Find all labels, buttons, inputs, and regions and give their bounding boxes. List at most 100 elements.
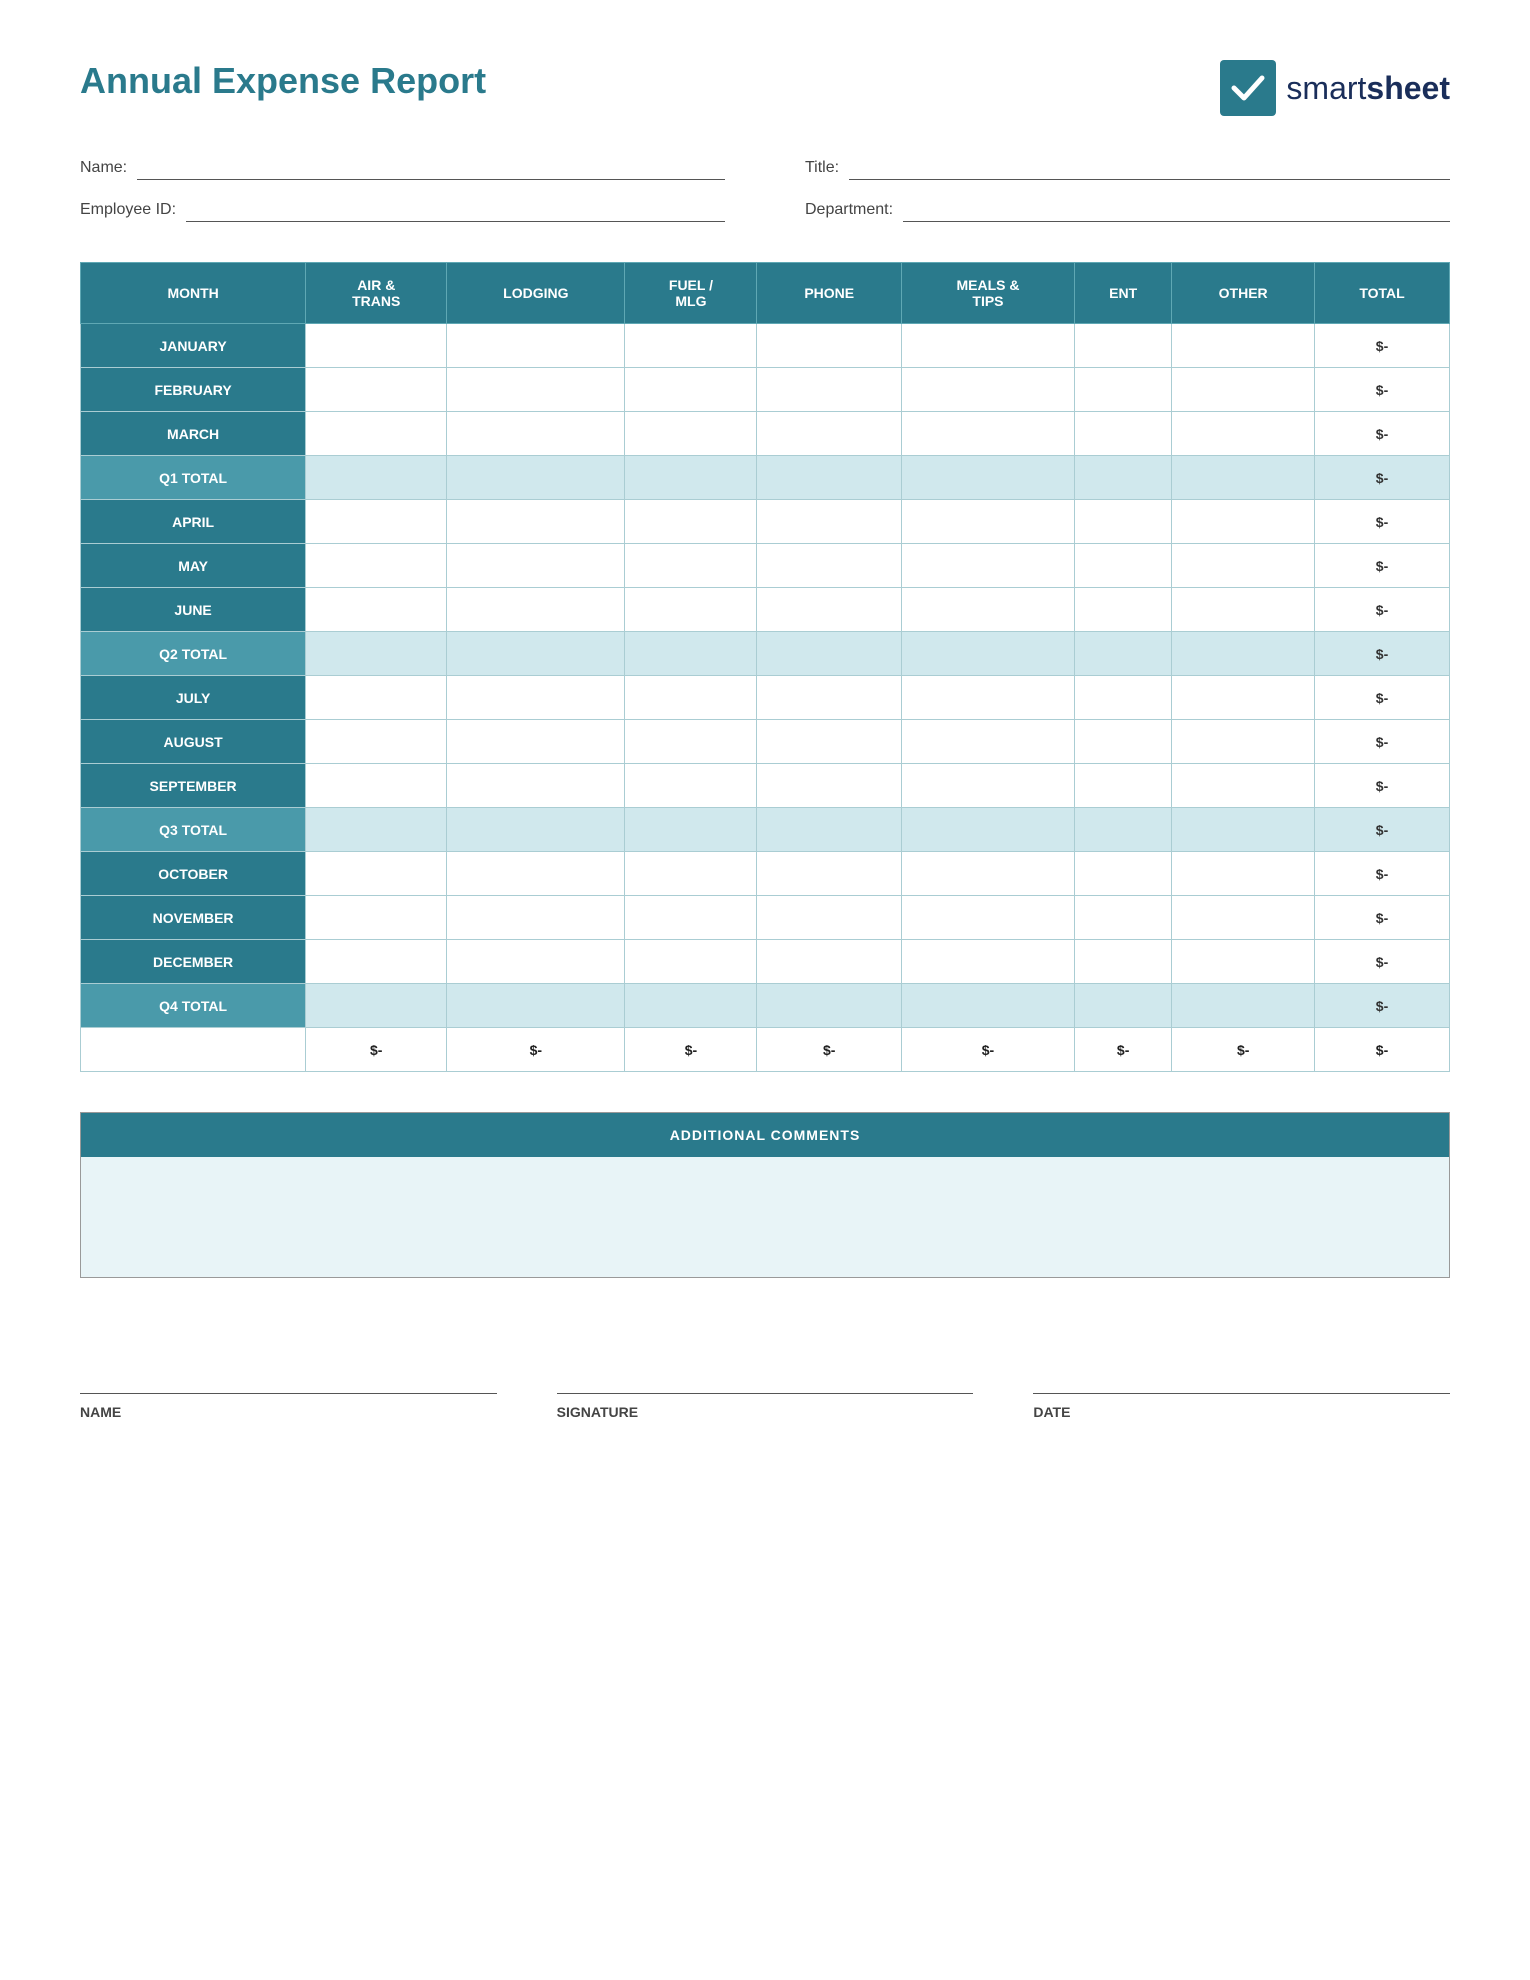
data-cell[interactable] <box>901 456 1074 500</box>
name-input[interactable] <box>137 156 725 180</box>
data-cell[interactable] <box>1172 456 1315 500</box>
data-cell[interactable] <box>1074 588 1171 632</box>
data-cell[interactable] <box>447 852 625 896</box>
data-cell[interactable] <box>1074 324 1171 368</box>
data-cell[interactable] <box>447 984 625 1028</box>
data-cell[interactable] <box>306 984 447 1028</box>
data-cell[interactable] <box>757 852 901 896</box>
data-cell[interactable] <box>1172 984 1315 1028</box>
data-cell[interactable] <box>306 720 447 764</box>
data-cell[interactable] <box>447 368 625 412</box>
data-cell[interactable] <box>625 456 757 500</box>
data-cell[interactable] <box>625 984 757 1028</box>
data-cell[interactable] <box>757 368 901 412</box>
data-cell[interactable] <box>901 940 1074 984</box>
data-cell[interactable] <box>901 412 1074 456</box>
data-cell[interactable] <box>625 852 757 896</box>
comments-body[interactable] <box>81 1157 1449 1277</box>
data-cell[interactable] <box>1074 984 1171 1028</box>
data-cell[interactable] <box>447 940 625 984</box>
data-cell[interactable] <box>1172 940 1315 984</box>
data-cell[interactable] <box>757 632 901 676</box>
data-cell[interactable] <box>901 368 1074 412</box>
data-cell[interactable] <box>625 764 757 808</box>
data-cell[interactable] <box>625 324 757 368</box>
data-cell[interactable] <box>757 500 901 544</box>
data-cell[interactable] <box>757 720 901 764</box>
data-cell[interactable] <box>306 896 447 940</box>
data-cell[interactable] <box>1074 852 1171 896</box>
data-cell[interactable] <box>901 676 1074 720</box>
data-cell[interactable] <box>625 632 757 676</box>
data-cell[interactable] <box>625 896 757 940</box>
data-cell[interactable] <box>1172 852 1315 896</box>
data-cell[interactable] <box>757 984 901 1028</box>
data-cell[interactable] <box>306 412 447 456</box>
data-cell[interactable] <box>1074 720 1171 764</box>
data-cell[interactable] <box>306 500 447 544</box>
data-cell[interactable] <box>625 588 757 632</box>
data-cell[interactable] <box>901 544 1074 588</box>
data-cell[interactable] <box>1172 808 1315 852</box>
data-cell[interactable] <box>306 456 447 500</box>
data-cell[interactable] <box>447 632 625 676</box>
data-cell[interactable] <box>306 940 447 984</box>
data-cell[interactable] <box>901 500 1074 544</box>
data-cell[interactable] <box>757 896 901 940</box>
data-cell[interactable] <box>447 412 625 456</box>
data-cell[interactable] <box>757 764 901 808</box>
data-cell[interactable] <box>306 544 447 588</box>
data-cell[interactable] <box>901 632 1074 676</box>
employee-id-input[interactable] <box>186 198 725 222</box>
data-cell[interactable] <box>901 808 1074 852</box>
data-cell[interactable] <box>757 412 901 456</box>
data-cell[interactable] <box>306 632 447 676</box>
data-cell[interactable] <box>1074 368 1171 412</box>
data-cell[interactable] <box>757 544 901 588</box>
data-cell[interactable] <box>1074 940 1171 984</box>
data-cell[interactable] <box>901 720 1074 764</box>
data-cell[interactable] <box>306 808 447 852</box>
data-cell[interactable] <box>447 808 625 852</box>
data-cell[interactable] <box>625 500 757 544</box>
department-input[interactable] <box>903 198 1450 222</box>
data-cell[interactable] <box>447 764 625 808</box>
data-cell[interactable] <box>1172 764 1315 808</box>
data-cell[interactable] <box>757 676 901 720</box>
data-cell[interactable] <box>306 764 447 808</box>
data-cell[interactable] <box>1172 412 1315 456</box>
data-cell[interactable] <box>1074 896 1171 940</box>
data-cell[interactable] <box>447 720 625 764</box>
data-cell[interactable] <box>1074 808 1171 852</box>
data-cell[interactable] <box>1172 500 1315 544</box>
data-cell[interactable] <box>757 456 901 500</box>
data-cell[interactable] <box>1074 676 1171 720</box>
data-cell[interactable] <box>447 324 625 368</box>
title-input[interactable] <box>849 156 1450 180</box>
data-cell[interactable] <box>306 324 447 368</box>
data-cell[interactable] <box>901 324 1074 368</box>
data-cell[interactable] <box>1074 764 1171 808</box>
data-cell[interactable] <box>1172 632 1315 676</box>
data-cell[interactable] <box>901 984 1074 1028</box>
data-cell[interactable] <box>1172 324 1315 368</box>
data-cell[interactable] <box>901 852 1074 896</box>
data-cell[interactable] <box>625 808 757 852</box>
data-cell[interactable] <box>625 676 757 720</box>
data-cell[interactable] <box>625 368 757 412</box>
data-cell[interactable] <box>757 324 901 368</box>
data-cell[interactable] <box>757 940 901 984</box>
data-cell[interactable] <box>625 544 757 588</box>
data-cell[interactable] <box>757 588 901 632</box>
data-cell[interactable] <box>901 588 1074 632</box>
data-cell[interactable] <box>447 456 625 500</box>
data-cell[interactable] <box>1172 720 1315 764</box>
data-cell[interactable] <box>447 588 625 632</box>
data-cell[interactable] <box>1172 368 1315 412</box>
data-cell[interactable] <box>1074 500 1171 544</box>
data-cell[interactable] <box>447 500 625 544</box>
data-cell[interactable] <box>1172 588 1315 632</box>
data-cell[interactable] <box>447 896 625 940</box>
data-cell[interactable] <box>306 852 447 896</box>
data-cell[interactable] <box>447 544 625 588</box>
